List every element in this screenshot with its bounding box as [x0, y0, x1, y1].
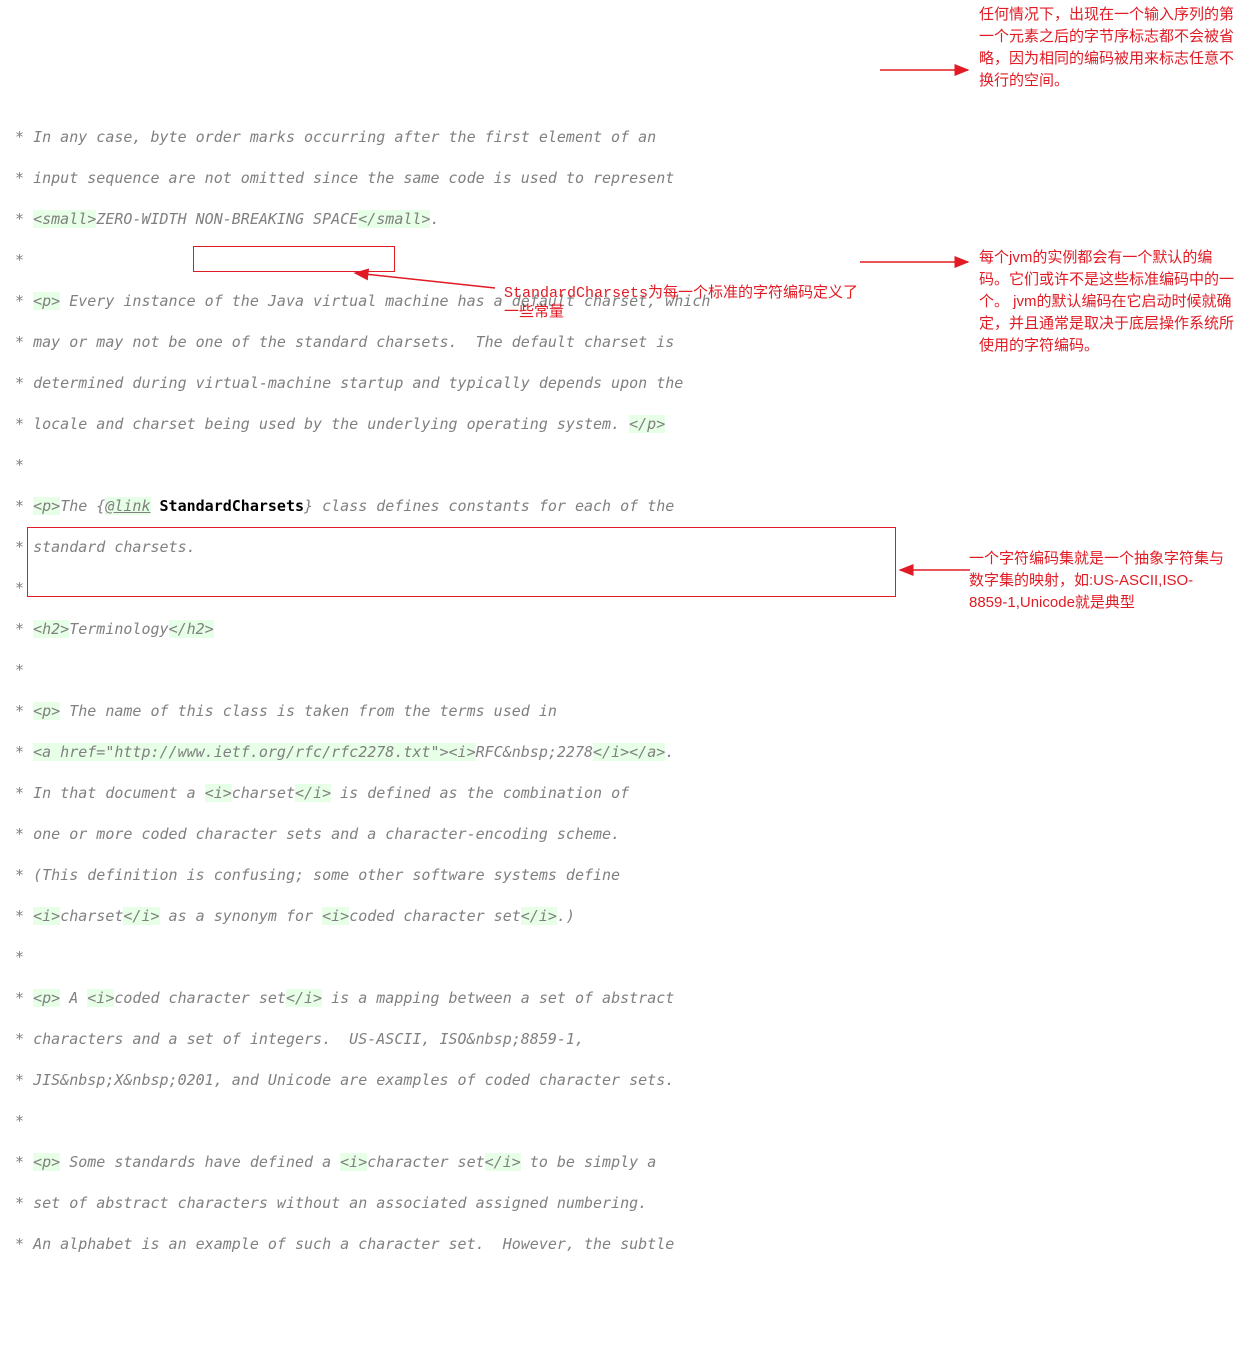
html-tag: <i> [322, 907, 349, 925]
annotation-text: 一些常量 [504, 303, 564, 324]
code-line: * input sequence are not omitted since t… [6, 168, 1234, 189]
code-line: * <p> The name of this class is taken fr… [6, 701, 1234, 722]
html-tag: </i> [286, 989, 322, 1007]
javadoc-link-tag: @link [105, 497, 150, 515]
code-line: * <small>ZERO-WIDTH NON-BREAKING SPACE</… [6, 209, 1234, 230]
html-tag: <i> [205, 784, 232, 802]
html-tag: </i> [295, 784, 331, 802]
html-tag: <h2> [33, 620, 69, 638]
code-line: * set of abstract characters without an … [6, 1193, 1234, 1214]
code-line: * An alphabet is an example of such a ch… [6, 1234, 1234, 1255]
code-line: * [6, 947, 1234, 968]
code-line: * one or more coded character sets and a… [6, 824, 1234, 845]
code-line: * In that document a <i>charset</i> is d… [6, 783, 1234, 804]
html-tag: <p> [33, 1153, 60, 1171]
annotation-text: 任何情况下，出现在一个输入序列的第一个元素之后的字节序标志都不会被省略，因为相同… [979, 4, 1234, 92]
html-tag: <i> [340, 1153, 367, 1171]
class-link-standardcharsets[interactable]: StandardCharsets [160, 497, 305, 515]
code-line: * JIS&nbsp;X&nbsp;0201, and Unicode are … [6, 1070, 1234, 1091]
annotation-text: 一个字符编码集就是一个抽象字符集与数字集的映射，如:US-ASCII,ISO-8… [969, 548, 1224, 614]
html-tag: <p> [33, 292, 60, 310]
code-line: * <p> Some standards have defined a <i>c… [6, 1152, 1234, 1173]
html-tag: <p> [33, 702, 60, 720]
code-line: * [6, 455, 1234, 476]
code-line: * determined during virtual-machine star… [6, 373, 1234, 394]
html-tag: </i> [521, 907, 557, 925]
annotation-text: StandardCharsets为每一个标准的字符编码定义了 [504, 284, 858, 305]
html-tag: <a href="http://www.ietf.org/rfc/rfc2278… [33, 743, 476, 761]
html-tag: </h2> [169, 620, 214, 638]
html-tag: </i></a> [593, 743, 665, 761]
html-tag: <i> [33, 907, 60, 925]
code-line: * <p>The {@link StandardCharsets} class … [6, 496, 1234, 517]
code-line: * <i>charset</i> as a synonym for <i>cod… [6, 906, 1234, 927]
code-line: * [6, 660, 1234, 681]
html-tag: <i> [87, 989, 114, 1007]
code-line: * <a href="http://www.ietf.org/rfc/rfc22… [6, 742, 1234, 763]
html-tag: <p> [33, 989, 60, 1007]
arrow-icon [880, 55, 980, 85]
html-tag: </i> [485, 1153, 521, 1171]
code-line: * (This definition is confusing; some ot… [6, 865, 1234, 886]
code-line: * <h2>Terminology</h2> [6, 619, 1234, 640]
code-line: * locale and charset being used by the u… [6, 414, 1234, 435]
code-line: * characters and a set of integers. US-A… [6, 1029, 1234, 1050]
html-tag: <small> [33, 210, 96, 228]
annotation-text: 每个jvm的实例都会有一个默认的编码。它们或许不是这些标准编码中的一个。 jvm… [979, 247, 1234, 357]
html-tag: </i> [123, 907, 159, 925]
code-line: * [6, 1111, 1234, 1132]
html-tag: </p> [629, 415, 665, 433]
html-tag: <p> [33, 497, 60, 515]
html-tag: </small> [358, 210, 430, 228]
code-line: * <p> A <i>coded character set</i> is a … [6, 988, 1234, 1009]
code-line: * In any case, byte order marks occurrin… [6, 127, 1234, 148]
